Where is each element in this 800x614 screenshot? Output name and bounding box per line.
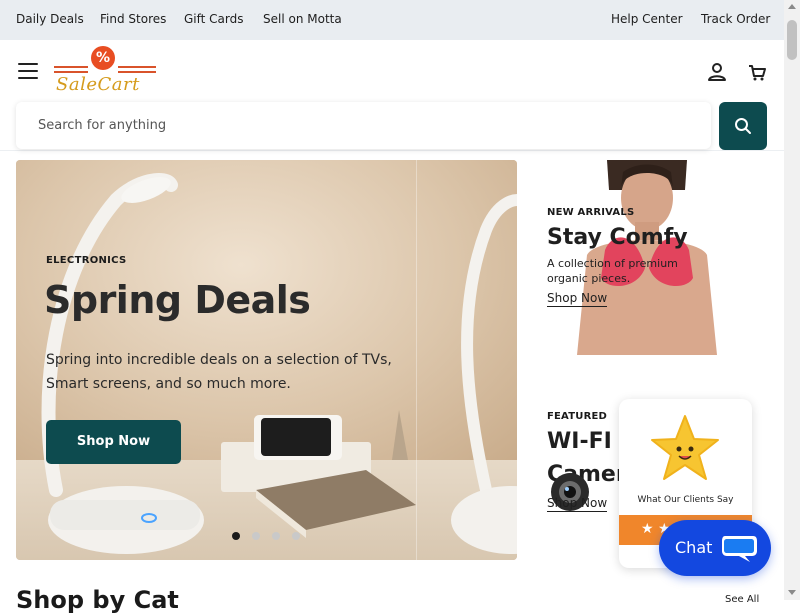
promo-title: Stay Comfy <box>547 225 688 250</box>
gift-cards-link[interactable]: Gift Cards <box>184 12 244 26</box>
help-center-link[interactable]: Help Center <box>611 12 683 26</box>
find-stores-link[interactable]: Find Stores <box>100 12 166 26</box>
site-logo[interactable]: % SaleCart <box>54 46 158 98</box>
daily-deals-link[interactable]: Daily Deals <box>16 12 84 26</box>
logo-wordmark: SaleCart <box>56 74 140 95</box>
scrollbar-thumb[interactable] <box>787 20 797 60</box>
user-icon[interactable] <box>706 61 728 83</box>
search-bar <box>16 102 711 149</box>
hero-title: Spring Deals <box>44 278 311 322</box>
promo-label: NEW ARRIVALS <box>547 207 635 218</box>
search-button[interactable] <box>719 102 767 150</box>
promo-card-stay-comfy[interactable]: NEW ARRIVALS Stay Comfy A collection of … <box>533 160 768 360</box>
page-scrollbar[interactable] <box>784 0 800 600</box>
scroll-down-arrow-icon[interactable] <box>788 590 796 595</box>
top-utility-bar: Daily Deals Find Stores Gift Cards Sell … <box>0 0 784 40</box>
search-icon <box>735 118 751 134</box>
hero-eyebrow: ELECTRONICS <box>46 255 127 266</box>
promo-title: WI-FI I <box>547 429 628 454</box>
track-order-link[interactable]: Track Order <box>701 12 770 26</box>
hero-shop-now-button[interactable]: Shop Now <box>46 420 181 464</box>
promo-shop-now-link[interactable]: Shop Now <box>547 496 608 512</box>
search-input[interactable] <box>16 102 711 149</box>
hero-description: Spring into incredible deals on a select… <box>46 352 392 392</box>
chat-label: Chat <box>675 538 713 557</box>
carousel-dot-3[interactable] <box>272 532 280 540</box>
chat-bubble-icon <box>722 536 757 562</box>
scroll-up-arrow-icon[interactable] <box>788 4 796 9</box>
chat-button[interactable]: Chat <box>659 520 771 576</box>
carousel-dot-4[interactable] <box>292 532 300 540</box>
star-mascot-icon <box>651 415 719 480</box>
section-title: Shop by Cat <box>16 586 179 614</box>
carousel-dot-2[interactable] <box>252 532 260 540</box>
reviews-title: What Our Clients Say <box>637 495 734 505</box>
promo-shop-now-link[interactable]: Shop Now <box>547 291 608 307</box>
hero-banner[interactable]: ELECTRONICS Spring Deals Spring into inc… <box>16 160 517 560</box>
promo-description: A collection of premium organic pieces. <box>547 257 678 285</box>
hamburger-icon[interactable] <box>18 63 38 79</box>
carousel-dot-1[interactable] <box>232 532 240 540</box>
cart-icon[interactable] <box>746 61 768 83</box>
sell-on-motta-link[interactable]: Sell on Motta <box>263 12 342 26</box>
promo-label: FEATURED <box>547 411 607 422</box>
